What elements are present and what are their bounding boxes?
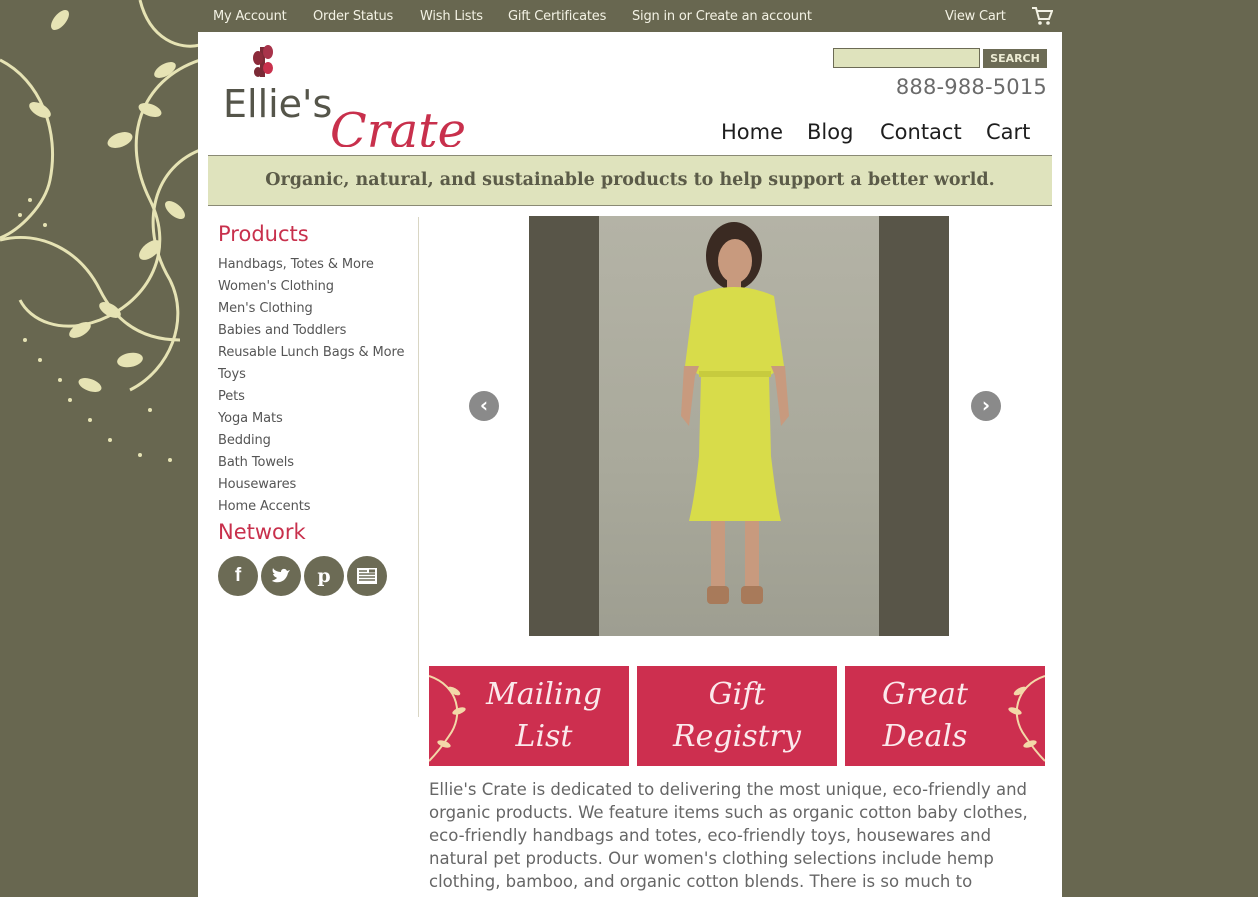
category-link[interactable]: Bedding: [218, 430, 418, 452]
category-link[interactable]: Babies and Toddlers: [218, 320, 418, 342]
social-links: f p: [218, 556, 398, 596]
category-list: Handbags, Totes & More Women's Clothing …: [218, 254, 418, 518]
sign-in-link[interactable]: Sign in or Create an account: [632, 9, 812, 24]
site-logo[interactable]: Ellie's Crate: [218, 42, 498, 147]
mailing-list-label: Mailing List: [486, 677, 602, 754]
carousel-prev-button[interactable]: ‹: [469, 391, 499, 421]
svg-text:Ellie's: Ellie's: [223, 82, 332, 126]
intro-paragraph: Ellie's Crate is dedicated to delivering…: [429, 780, 1028, 897]
category-link[interactable]: Home Accents: [218, 496, 418, 518]
gift-registry-banner[interactable]: Gift Registry: [637, 666, 837, 766]
hero-carousel[interactable]: [529, 216, 949, 636]
tagline-banner: Organic, natural, and sustainable produc…: [208, 155, 1052, 206]
carousel-photo: [599, 216, 879, 636]
category-link[interactable]: Bath Towels: [218, 452, 418, 474]
utility-bar: My Account Order Status Wish Lists Gift …: [198, 0, 1062, 32]
nav-blog[interactable]: Blog: [807, 120, 853, 144]
category-link[interactable]: Women's Clothing: [218, 276, 418, 298]
category-link[interactable]: Men's Clothing: [218, 298, 418, 320]
gift-registry-label: Gift Registry: [673, 677, 801, 754]
my-account-link[interactable]: My Account: [213, 9, 287, 24]
category-link[interactable]: Toys: [218, 364, 418, 386]
search-button[interactable]: SEARCH: [983, 49, 1047, 68]
great-deals-banner[interactable]: Great Deals: [845, 666, 1045, 766]
sidebar: Products Handbags, Totes & More Women's …: [218, 222, 418, 596]
great-deals-label: Great Deals: [881, 677, 968, 754]
decorative-swirl: [0, 0, 200, 462]
twitter-icon[interactable]: [261, 556, 301, 596]
network-heading: Network: [218, 520, 306, 544]
products-heading: Products: [218, 222, 309, 246]
order-status-link[interactable]: Order Status: [313, 9, 393, 24]
carousel-next-button[interactable]: ›: [971, 391, 1001, 421]
wish-lists-link[interactable]: Wish Lists: [420, 9, 483, 24]
gift-certificates-link[interactable]: Gift Certificates: [508, 9, 606, 24]
category-link[interactable]: Housewares: [218, 474, 418, 496]
sidebar-divider: [418, 217, 419, 717]
mailing-list-banner[interactable]: Mailing List: [429, 666, 629, 766]
nav-cart[interactable]: Cart: [986, 120, 1030, 144]
main-nav: Home Blog Contact Cart: [721, 120, 1042, 146]
pinterest-icon[interactable]: p: [304, 556, 344, 596]
model-illustration: [681, 222, 789, 604]
nav-contact[interactable]: Contact: [880, 120, 962, 144]
view-cart-link[interactable]: View Cart: [945, 9, 1006, 24]
category-link[interactable]: Reusable Lunch Bags & More: [218, 342, 418, 364]
newsletter-icon[interactable]: [347, 556, 387, 596]
category-link[interactable]: Handbags, Totes & More: [218, 254, 418, 276]
page-container: Ellie's Crate SEARCH 888-988-5015 Home B…: [198, 32, 1062, 897]
search-input[interactable]: [833, 48, 980, 68]
facebook-icon[interactable]: f: [218, 556, 258, 596]
svg-text:Crate: Crate: [330, 103, 466, 147]
nav-home[interactable]: Home: [721, 120, 783, 144]
shopping-cart-icon[interactable]: [1031, 6, 1053, 26]
phone-number: 888-988-5015: [895, 75, 1047, 99]
logo-leaf-icon: [253, 45, 273, 77]
category-link[interactable]: Pets: [218, 386, 418, 408]
category-link[interactable]: Yoga Mats: [218, 408, 418, 430]
